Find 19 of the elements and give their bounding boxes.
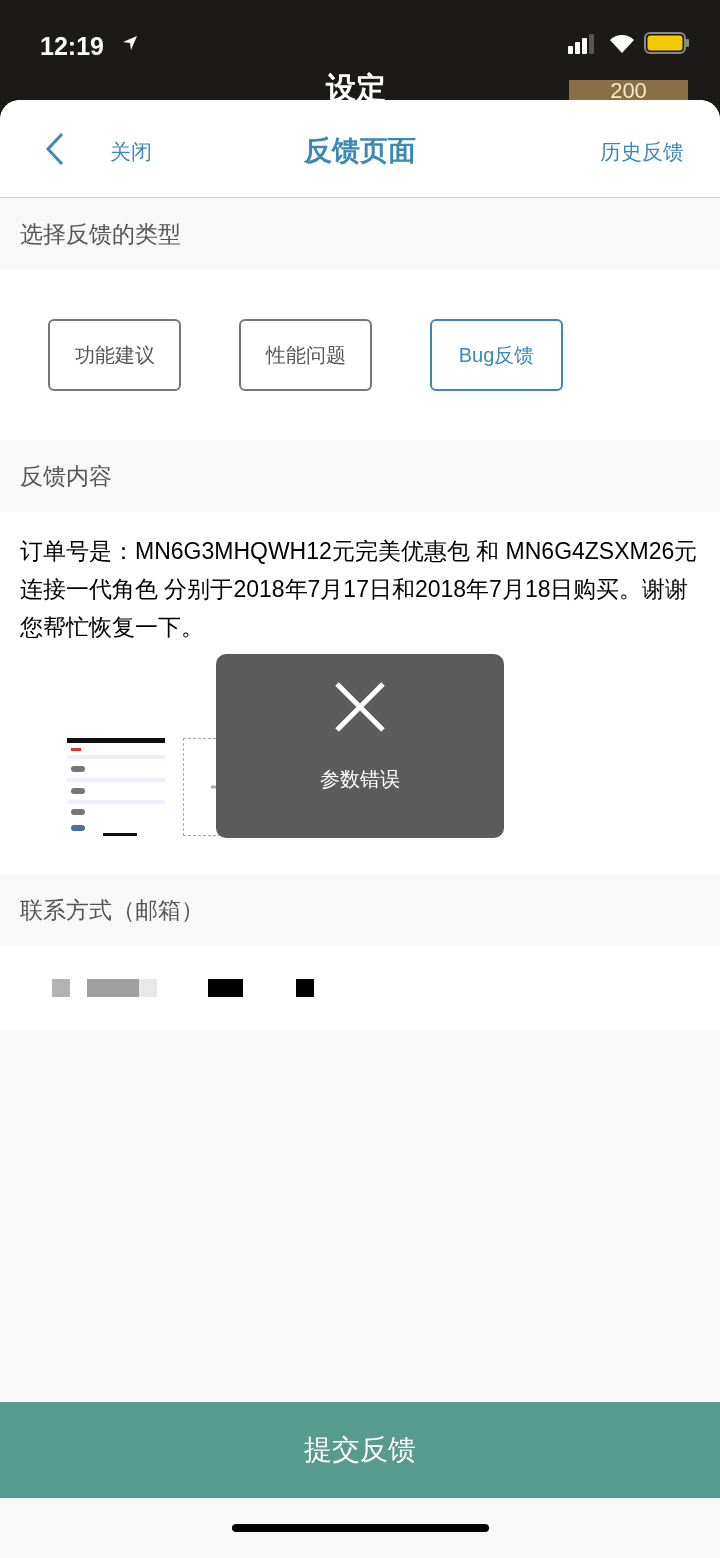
- page-title: 反馈页面: [303, 134, 417, 168]
- battery-icon: [644, 32, 690, 54]
- section-label: 联系方式（邮箱）: [20, 895, 204, 925]
- toast-message: 参数错误: [320, 767, 400, 792]
- location-icon: [122, 35, 138, 51]
- clock: 12:19: [40, 31, 104, 62]
- submit-button[interactable]: 提交反馈: [0, 1402, 720, 1498]
- section-label: 选择反馈的类型: [20, 219, 181, 249]
- feedback-text: 订单号是：MN6G3MHQWH12元完美优惠包 和 MN6G4ZSXM26元连接一代角色 分别于2018年7月17日和2018年7月18日购买。谢谢您帮忙恢复一下。: [20, 537, 699, 642]
- type-button[interactable]: 性能问题: [239, 319, 372, 391]
- back-button[interactable]: [44, 132, 66, 166]
- wifi-icon: [608, 32, 636, 54]
- type-button[interactable]: 功能建议: [48, 319, 181, 391]
- close-button[interactable]: 关闭: [110, 136, 152, 168]
- coin-counter: 200: [569, 80, 688, 102]
- history-button[interactable]: 历史反馈: [600, 136, 684, 168]
- section-label: 反馈内容: [20, 461, 112, 491]
- type-button[interactable]: Bug反馈: [430, 319, 563, 391]
- close-icon: [335, 682, 385, 732]
